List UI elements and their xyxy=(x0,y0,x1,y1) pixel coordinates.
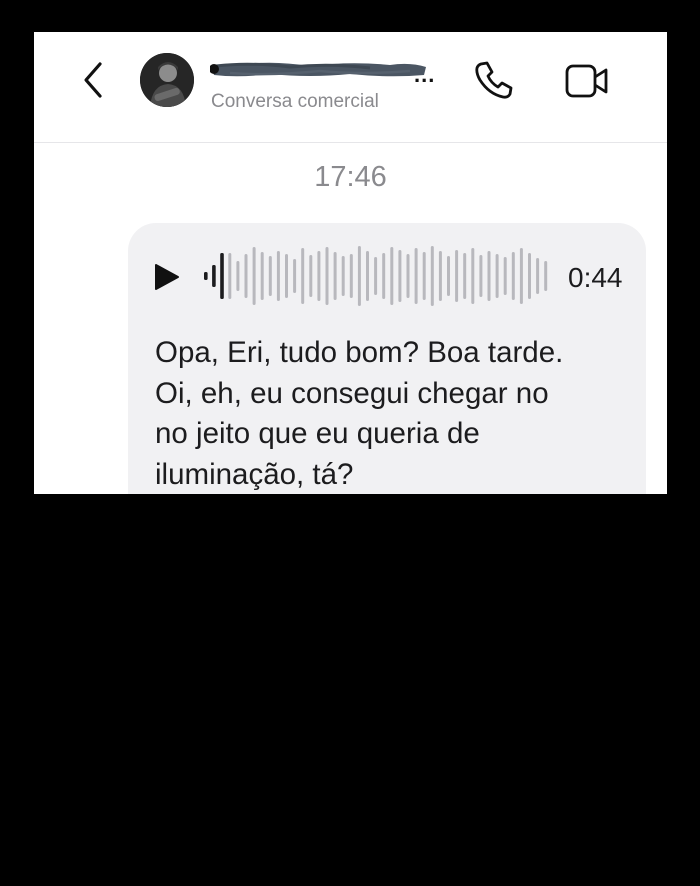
waveform-bar xyxy=(503,257,507,295)
avatar-photo xyxy=(140,53,194,107)
waveform-bar xyxy=(544,261,548,291)
audio-duration: 0:44 xyxy=(568,262,623,293)
voice-transcript: Opa, Eri, tudo bom? Boa tarde. Oi, eh, e… xyxy=(155,333,625,494)
avatar[interactable] xyxy=(140,53,194,107)
audio-waveform[interactable] xyxy=(202,241,554,311)
back-button[interactable] xyxy=(78,60,108,100)
waveform-bar xyxy=(430,246,434,306)
waveform-bar xyxy=(325,247,329,305)
voice-call-button[interactable] xyxy=(472,58,516,102)
waveform-bar xyxy=(236,261,240,291)
waveform-bar xyxy=(536,258,540,294)
waveform-bar xyxy=(374,257,378,295)
waveform-bar xyxy=(455,250,459,302)
waveform-bar xyxy=(228,253,232,299)
waveform-bar xyxy=(276,251,280,301)
waveform-bar xyxy=(341,256,345,296)
waveform-bar xyxy=(519,248,523,304)
waveform-bar xyxy=(528,253,531,299)
play-icon xyxy=(155,264,179,290)
waveform-bar xyxy=(244,254,248,298)
waveform-bar xyxy=(333,252,337,300)
phone-icon xyxy=(475,61,513,99)
waveform-bar xyxy=(260,252,264,300)
voice-message-bubble: 0:44 Opa, Eri, tudo bom? Boa tarde. Oi, … xyxy=(128,223,646,494)
transcript-line: iluminação, tá? xyxy=(155,457,354,491)
waveform-bar xyxy=(390,247,394,305)
waveform-bar xyxy=(479,255,483,297)
waveform-bar xyxy=(398,250,402,302)
contact-name-truncation: ... xyxy=(414,62,436,87)
waveform-bar xyxy=(357,246,361,306)
waveform-bar xyxy=(204,272,208,280)
waveform-bar xyxy=(487,251,491,301)
waveform-bar xyxy=(268,256,272,296)
waveform-bar xyxy=(463,253,467,299)
transcript-line: Oi, eh, eu consegui chegar no xyxy=(155,376,549,410)
waveform-bar xyxy=(366,251,369,301)
waveform-bar xyxy=(495,254,499,298)
transcript-line: no jeito que eu queria de xyxy=(155,417,480,450)
chevron-left-icon xyxy=(84,62,102,98)
waveform-bar xyxy=(406,254,410,298)
waveform-bar xyxy=(293,259,297,293)
chat-header: ... Conversa comercial xyxy=(34,32,667,143)
message-timestamp: 17:46 xyxy=(314,161,387,193)
video-camera-icon xyxy=(565,64,608,98)
waveform-bar xyxy=(220,253,224,299)
waveform-bar xyxy=(252,247,256,305)
contact-name-redacted xyxy=(210,62,426,77)
waveform-bar xyxy=(511,252,515,300)
play-button[interactable] xyxy=(154,263,180,291)
waveform-bar xyxy=(422,252,426,300)
waveform-bar xyxy=(301,248,305,304)
waveform-bar xyxy=(447,256,450,296)
waveform-bar xyxy=(414,248,418,304)
waveform-bar xyxy=(212,265,216,287)
waveform-bar xyxy=(382,253,386,299)
transcript-line: Opa, Eri, tudo bom? Boa tarde. xyxy=(155,336,564,369)
waveform-bar xyxy=(285,254,288,298)
video-call-button[interactable] xyxy=(564,62,610,100)
chat-screen: ... Conversa comercial 17:46 0:44 Opa, E… xyxy=(34,32,667,494)
waveform-bar xyxy=(438,251,442,301)
waveform-bar xyxy=(349,254,353,298)
waveform-bar xyxy=(317,251,321,301)
contact-subtitle: Conversa comercial xyxy=(211,91,379,112)
waveform-bar xyxy=(471,248,475,304)
waveform-bar xyxy=(309,255,313,297)
